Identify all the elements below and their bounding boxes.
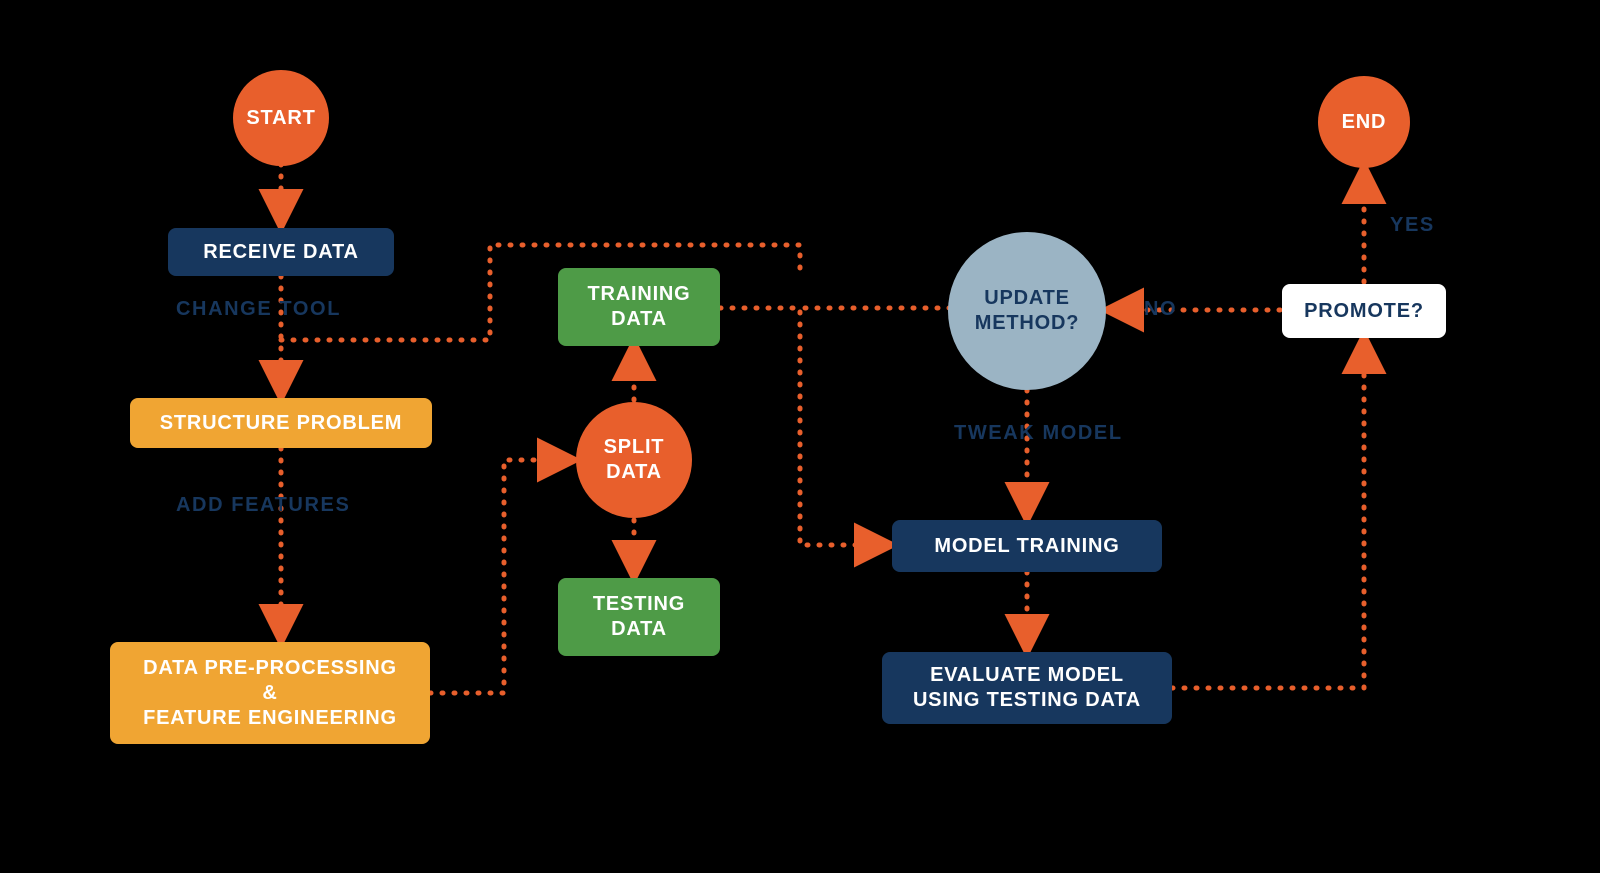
start-node: START xyxy=(233,70,329,166)
promote-node: PROMOTE? xyxy=(1282,284,1446,338)
receive-data-node: RECEIVE DATA xyxy=(168,228,394,276)
flowchart: START RECEIVE DATA STRUCTURE PROBLEM DAT… xyxy=(0,0,1600,873)
change-tool-label: CHANGE TOOL xyxy=(176,298,341,321)
testing-data-node: TESTING DATA xyxy=(558,578,720,656)
end-node: END xyxy=(1318,76,1410,168)
split-data-node: SPLIT DATA xyxy=(576,402,692,518)
yes-label: YES xyxy=(1390,214,1435,237)
training-data-node: TRAINING DATA xyxy=(558,268,720,346)
add-features-label: ADD FEATURES xyxy=(176,494,350,517)
no-label: NO xyxy=(1144,298,1177,321)
update-method-node: UPDATE METHOD? xyxy=(948,232,1106,390)
tweak-model-label: TWEAK MODEL xyxy=(954,422,1123,445)
structure-problem-node: STRUCTURE PROBLEM xyxy=(130,398,432,448)
evaluate-node: EVALUATE MODEL USING TESTING DATA xyxy=(882,652,1172,724)
model-training-node: MODEL TRAINING xyxy=(892,520,1162,572)
preprocessing-node: DATA PRE-PROCESSING & FEATURE ENGINEERIN… xyxy=(110,642,430,744)
